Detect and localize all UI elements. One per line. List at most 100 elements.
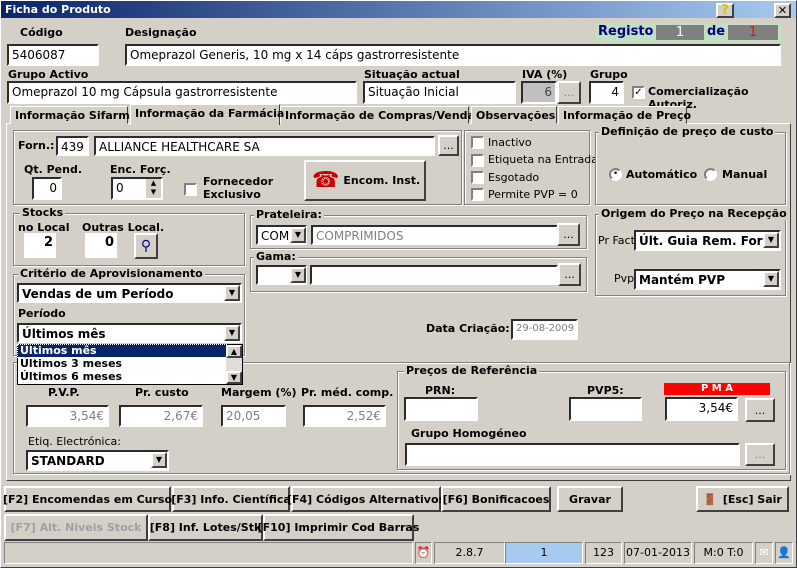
referencia-title: Preços de Referência bbox=[404, 364, 540, 377]
homogeneo-label: Grupo Homogéneo bbox=[411, 427, 527, 440]
pma-input[interactable]: 3,54€ bbox=[665, 397, 738, 421]
inactivo-checkbox[interactable] bbox=[471, 136, 484, 149]
codigo-input[interactable]: 5406087 bbox=[7, 44, 99, 66]
automatico-radio[interactable]: • bbox=[609, 168, 622, 181]
inactivo-label: Inactivo bbox=[488, 136, 532, 149]
periodo-option[interactable]: Últimos 6 meses bbox=[18, 370, 226, 383]
etiqueta-entrada-label: Etiqueta na Entrada bbox=[488, 153, 599, 166]
permite-pvp-checkbox[interactable] bbox=[471, 188, 484, 201]
iva-label: IVA (%) bbox=[522, 68, 568, 81]
registo-box: Registo 1 de 1 bbox=[595, 23, 781, 42]
situacao-input[interactable]: Situação Inicial bbox=[363, 81, 516, 104]
registo-label: Registo bbox=[598, 24, 654, 39]
prn-input[interactable] bbox=[404, 397, 478, 421]
prn-label: PRN: bbox=[425, 384, 456, 397]
gama-lookup-button[interactable]: ... bbox=[558, 263, 581, 286]
qt-pend-input[interactable]: 0 bbox=[32, 177, 62, 200]
criterio-select[interactable]: Vendas de um Período bbox=[17, 283, 242, 303]
chevron-down-icon[interactable]: ▼ bbox=[763, 271, 779, 287]
esgotado-checkbox[interactable] bbox=[471, 171, 484, 184]
prateleira-lookup-button[interactable]: ... bbox=[557, 223, 580, 246]
alarm-clock-icon: ⏰ bbox=[415, 542, 432, 564]
f3-info-cientifica-button[interactable]: [F3] Info. Científica bbox=[171, 486, 291, 512]
tab-compras-vendas[interactable]: Informação de Compras/Vendas bbox=[280, 106, 482, 124]
f8-lotes-button[interactable]: [F8] Inf. Lotes/Stk bbox=[148, 514, 263, 541]
designacao-input[interactable]: Omeprazol Generis, 10 mg x 14 cáps gastr… bbox=[125, 44, 781, 66]
grupo-label: Grupo bbox=[590, 68, 628, 81]
help-icon[interactable]: ? bbox=[716, 3, 734, 18]
scroll-up-icon[interactable]: ▲ bbox=[226, 345, 242, 358]
chevron-down-icon[interactable]: ▼ bbox=[290, 267, 306, 283]
periodo-option[interactable]: Últimos 3 meses bbox=[18, 357, 226, 370]
spinner-arrows-icon[interactable]: ▲ ▼ bbox=[146, 179, 161, 198]
f7-niveis-stock-button: [F7] Alt. Niveis Stock bbox=[4, 514, 148, 541]
window-title: Ficha do Produto bbox=[5, 3, 111, 16]
chevron-down-icon[interactable]: ▼ bbox=[290, 227, 306, 243]
custo-label: Pr. custo bbox=[135, 386, 189, 399]
user-icon[interactable]: 👤 bbox=[775, 542, 793, 564]
chevron-down-icon[interactable]: ▼ bbox=[763, 232, 779, 248]
pvp5-input[interactable] bbox=[569, 397, 642, 421]
registo-de: de bbox=[707, 24, 726, 39]
data-criacao-input: 29-08-2009 1 bbox=[511, 319, 578, 340]
fornecedor-exclusivo-checkbox[interactable] bbox=[184, 183, 197, 196]
fornecedor-lookup-button[interactable]: ... bbox=[438, 135, 459, 156]
homogeneo-input[interactable] bbox=[405, 443, 740, 466]
encom-inst-label: Encom. Inst. bbox=[343, 174, 421, 187]
fornecedor-name-input[interactable]: ALLIANCE HEALTHCARE SA bbox=[94, 136, 435, 156]
custo-input: 2,67€ bbox=[119, 405, 203, 427]
periodo-select[interactable]: Últimos mês bbox=[17, 323, 242, 343]
etiq-select[interactable]: STANDARD bbox=[26, 450, 169, 471]
pr-fact-label: Pr Fact bbox=[598, 234, 635, 247]
periodo-option[interactable]: Últimos mês bbox=[17, 344, 227, 358]
permite-pvp-label: Permite PVP = 0 bbox=[488, 188, 578, 201]
dropdown-scrollbar[interactable]: ▲ ▼ bbox=[226, 345, 242, 384]
outras-local-value: 0 bbox=[85, 233, 117, 258]
etiqueta-entrada-checkbox[interactable] bbox=[471, 154, 484, 167]
status-version: 2.8.7 bbox=[434, 542, 505, 564]
manual-radio[interactable] bbox=[704, 168, 717, 181]
tab-informacao-farmacia[interactable]: Informação da Farmácia bbox=[130, 104, 284, 125]
margem-input: 20,05 bbox=[221, 405, 286, 427]
definicao-custo-title: Definição de preço de custo bbox=[599, 125, 776, 138]
gravar-button[interactable]: Gravar bbox=[557, 486, 623, 512]
tab-informacao-preco[interactable]: Informação de Preço bbox=[558, 106, 691, 124]
iva-lookup-button[interactable]: ... bbox=[557, 81, 581, 104]
pvp-origem-select[interactable]: Mantém PVP bbox=[634, 269, 781, 290]
grupo-activo-input[interactable]: Omeprazol 10 mg Cápsula gastrorresistent… bbox=[7, 81, 357, 104]
gama-label: Gama: bbox=[254, 250, 298, 263]
gama-name-input[interactable] bbox=[310, 265, 558, 285]
pma-lookup-button[interactable]: ... bbox=[745, 398, 775, 422]
chevron-down-icon[interactable]: ▼ bbox=[224, 285, 240, 301]
fornecedor-code-input[interactable]: 439 bbox=[56, 136, 89, 156]
f2-encomendas-button[interactable]: [F2] Encomendas em Curso bbox=[3, 486, 172, 512]
encom-inst-button[interactable]: ☎ Encom. Inst. bbox=[304, 160, 426, 201]
iva-input: 6 bbox=[521, 81, 557, 104]
scroll-down-icon[interactable]: ▼ bbox=[226, 371, 242, 384]
criterio-title: Critério de Aprovisionamento bbox=[18, 267, 205, 280]
f4-codigos-alternativos-button[interactable]: [F4] Códigos Alternativos bbox=[287, 486, 445, 512]
f10-imprimir-button[interactable]: [F10] Imprimir Cod Barras bbox=[258, 514, 419, 541]
sair-label: [Esc] Sair bbox=[722, 492, 782, 506]
registo-total: 1 bbox=[728, 25, 778, 40]
pr-fact-select[interactable]: Últ. Guia Rem. Forn. bbox=[634, 230, 781, 251]
sair-button[interactable]: 🚪 [Esc] Sair bbox=[696, 486, 789, 512]
tab-informacao-sifarma[interactable]: Informação Sifarma bbox=[10, 106, 137, 124]
comercializacao-checkbox[interactable]: ✓ bbox=[632, 86, 645, 99]
pma-label: P M A bbox=[664, 383, 770, 395]
grupo-input[interactable]: 4 bbox=[589, 81, 624, 104]
chevron-down-icon[interactable]: ▼ bbox=[151, 452, 167, 468]
order-phone-icon: ☎ bbox=[312, 168, 340, 193]
f6-bonificacoes-button[interactable]: [F6] Bonificacoes bbox=[441, 486, 551, 512]
homogeneo-lookup-button[interactable]: ... bbox=[745, 443, 775, 466]
envelope-icon[interactable]: ✉ bbox=[755, 542, 773, 564]
close-button[interactable]: ✕ bbox=[774, 3, 791, 18]
pvp-origem-label: Pvp bbox=[614, 272, 635, 285]
status-message bbox=[4, 542, 413, 564]
tab-observacoes[interactable]: Observações bbox=[471, 106, 557, 124]
codigo-label: Código bbox=[20, 26, 63, 39]
title-bar: Ficha do Produto bbox=[1, 1, 796, 18]
chevron-down-icon[interactable]: ▼ bbox=[224, 325, 240, 341]
registo-current: 1 bbox=[656, 25, 704, 40]
search-icon[interactable]: ⚲ bbox=[134, 233, 158, 259]
